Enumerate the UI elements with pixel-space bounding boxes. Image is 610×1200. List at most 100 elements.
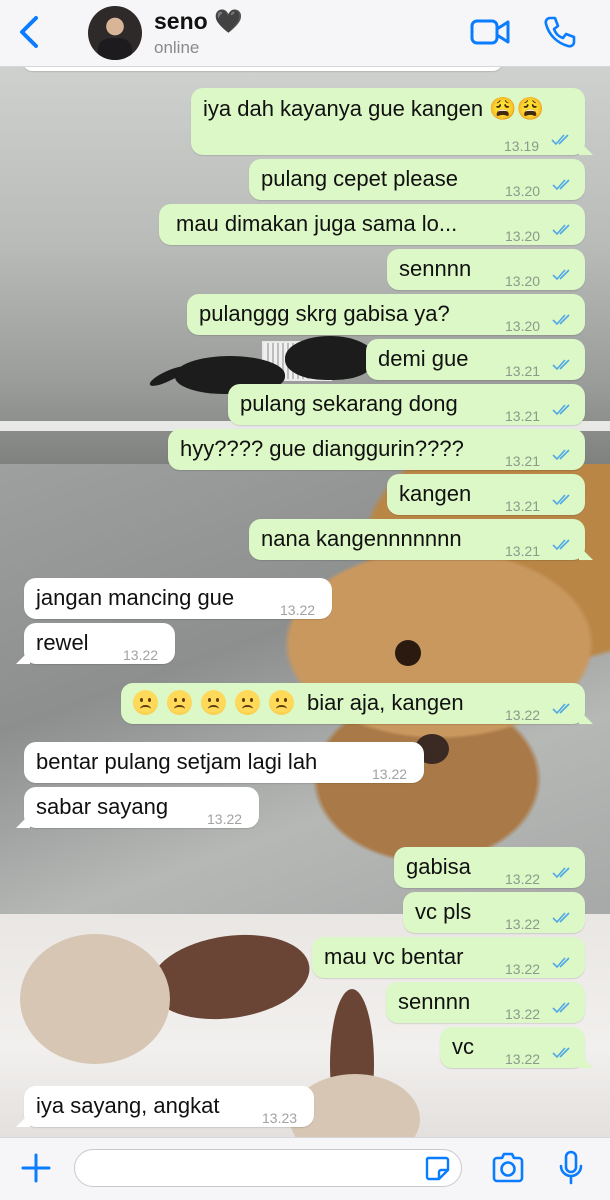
dog-eye [395, 640, 421, 666]
message-text: sabar sayang [36, 794, 169, 819]
message-text: pulang sekarang dong [240, 391, 458, 416]
plus-icon[interactable] [20, 1152, 52, 1184]
message-time: 13.21 [505, 363, 541, 379]
message-time: 13.21 [505, 453, 541, 469]
read-receipt-icon [552, 404, 570, 416]
message-time: 13.22 [505, 961, 541, 977]
message-time: 13.22 [505, 916, 541, 932]
read-receipt-icon [552, 269, 570, 281]
message-text: jangan mancing gue [36, 585, 235, 610]
message-text: sennnn [399, 256, 472, 281]
message-time: 13.20 [505, 273, 541, 289]
frowning-face-emoji [201, 690, 226, 715]
message-text: hyy???? gue dianggurin???? [180, 436, 464, 461]
read-receipt-icon [551, 134, 569, 146]
camera-icon[interactable] [491, 1152, 525, 1184]
message-text: vc pls [415, 899, 472, 924]
frowning-face-emoji [133, 690, 158, 715]
message-incoming[interactable]: rewel 13.22 [24, 623, 175, 664]
read-receipt-icon [552, 449, 570, 461]
message-text: sennnn [398, 989, 471, 1014]
message-text: biar aja, kangen [133, 689, 464, 717]
message-text-body: biar aja, kangen [307, 690, 464, 715]
message-incoming[interactable]: jangan mancing gue 13.22 [24, 578, 332, 619]
frowning-face-emoji [235, 690, 260, 715]
frowning-face-emoji [167, 690, 192, 715]
contact-status: online [154, 38, 200, 57]
message-outgoing[interactable]: vc 13.22 [440, 1027, 585, 1068]
frowning-face-emoji [269, 690, 294, 715]
read-receipt-icon [552, 912, 570, 924]
message-outgoing[interactable]: mau vc bentar 13.22 [312, 937, 585, 978]
message-time: 13.22 [505, 707, 541, 723]
message-outgoing[interactable]: mau dimakan juga sama lo... 13.20 [159, 204, 585, 245]
message-text: demi gue [378, 346, 469, 371]
message-input[interactable] [74, 1149, 462, 1187]
read-receipt-icon [552, 224, 570, 236]
message-text: mau dimakan juga sama lo... [176, 211, 458, 236]
phone-call-icon[interactable] [543, 15, 577, 49]
read-receipt-icon [552, 1047, 570, 1059]
message-input-bar [0, 1137, 610, 1200]
message-outgoing[interactable]: pulang cepet please 13.20 [249, 159, 585, 200]
toy-ear [145, 925, 315, 1029]
message-incoming[interactable]: sabar sayang 13.22 [24, 787, 259, 828]
message-time: 13.21 [505, 498, 541, 514]
message-outgoing[interactable]: sennnn 13.22 [386, 982, 585, 1023]
message-text: nana kangennnnnnn [261, 526, 462, 551]
read-receipt-icon [552, 359, 570, 371]
message-time: 13.22 [123, 647, 159, 663]
message-outgoing[interactable]: hyy???? gue dianggurin???? 13.21 [168, 429, 585, 470]
message-text: vc [452, 1034, 474, 1059]
read-receipt-icon [552, 179, 570, 191]
message-outgoing[interactable]: vc pls 13.22 [403, 892, 585, 933]
sticker-icon[interactable] [424, 1155, 450, 1181]
message-text: iya dah kayanya gue kangen 😩😩 [203, 96, 544, 121]
message-outgoing[interactable]: pulang sekarang dong 13.21 [228, 384, 585, 425]
message-outgoing[interactable]: pulanggg skrg gabisa ya? 13.20 [187, 294, 585, 335]
message-outgoing[interactable]: biar aja, kangen 13.22 [121, 683, 585, 724]
message-outgoing[interactable]: kangen 13.21 [387, 474, 585, 515]
message-text: iya sayang, angkat [36, 1093, 220, 1118]
message-outgoing[interactable]: sennnn 13.20 [387, 249, 585, 290]
read-receipt-icon [552, 1002, 570, 1014]
chat-header: seno 🖤 online [0, 0, 610, 67]
message-time: 13.22 [505, 871, 541, 887]
back-chevron-icon[interactable] [14, 14, 44, 50]
message-time: 13.20 [505, 183, 541, 199]
message-time: 13.22 [207, 811, 243, 827]
read-receipt-icon [552, 703, 570, 715]
message-text: pulang cepet please [261, 166, 458, 191]
message-text: kangen [399, 481, 472, 506]
message-time: 13.22 [505, 1051, 541, 1067]
message-outgoing[interactable]: gabisa 13.22 [394, 847, 585, 888]
message-time: 13.20 [505, 228, 541, 244]
read-receipt-icon [552, 957, 570, 969]
message-text: mau vc bentar [324, 944, 464, 969]
message-time: 13.21 [505, 408, 541, 424]
message-text: gabisa [406, 854, 471, 879]
contact-name[interactable]: seno 🖤 [154, 8, 243, 35]
message-outgoing[interactable]: demi gue 13.21 [366, 339, 585, 380]
message-text: rewel [36, 630, 89, 655]
message-time: 13.23 [262, 1110, 298, 1126]
black-cat-2 [285, 336, 375, 380]
message-time: 13.22 [505, 1006, 541, 1022]
message-time: 13.20 [505, 318, 541, 334]
toy-face [20, 934, 170, 1064]
video-call-icon[interactable] [470, 17, 510, 47]
message-time: 13.22 [372, 766, 408, 782]
message-incoming[interactable]: bentar pulang setjam lagi lah 13.22 [24, 742, 424, 783]
message-incoming[interactable]: iya sayang, angkat 13.23 [24, 1086, 314, 1127]
read-receipt-icon [552, 539, 570, 551]
message-outgoing[interactable]: iya dah kayanya gue kangen 😩😩 13.19 [191, 88, 585, 155]
message-text: pulanggg skrg gabisa ya? [199, 301, 450, 326]
contact-avatar[interactable] [88, 6, 142, 60]
message-time: 13.19 [504, 138, 540, 154]
message-time: 13.22 [280, 602, 316, 618]
message-outgoing[interactable]: nana kangennnnnnn 13.21 [249, 519, 585, 560]
microphone-icon[interactable] [558, 1150, 584, 1186]
message-time: 13.21 [505, 543, 541, 559]
read-receipt-icon [552, 494, 570, 506]
read-receipt-icon [552, 867, 570, 879]
